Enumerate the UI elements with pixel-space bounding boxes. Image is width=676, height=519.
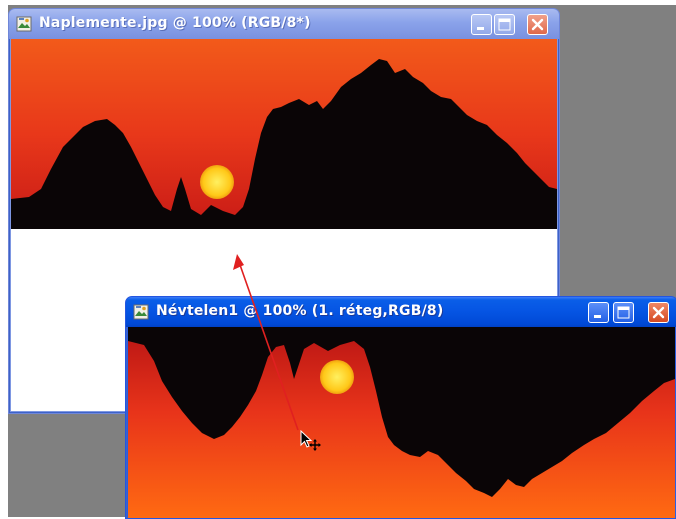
workspace: Naplemente.jpg @ 100% (RGB/8*) Névtelen1…: [0, 0, 676, 519]
move-cursor-icon: [300, 429, 322, 452]
drag-arrow: [233, 254, 299, 431]
